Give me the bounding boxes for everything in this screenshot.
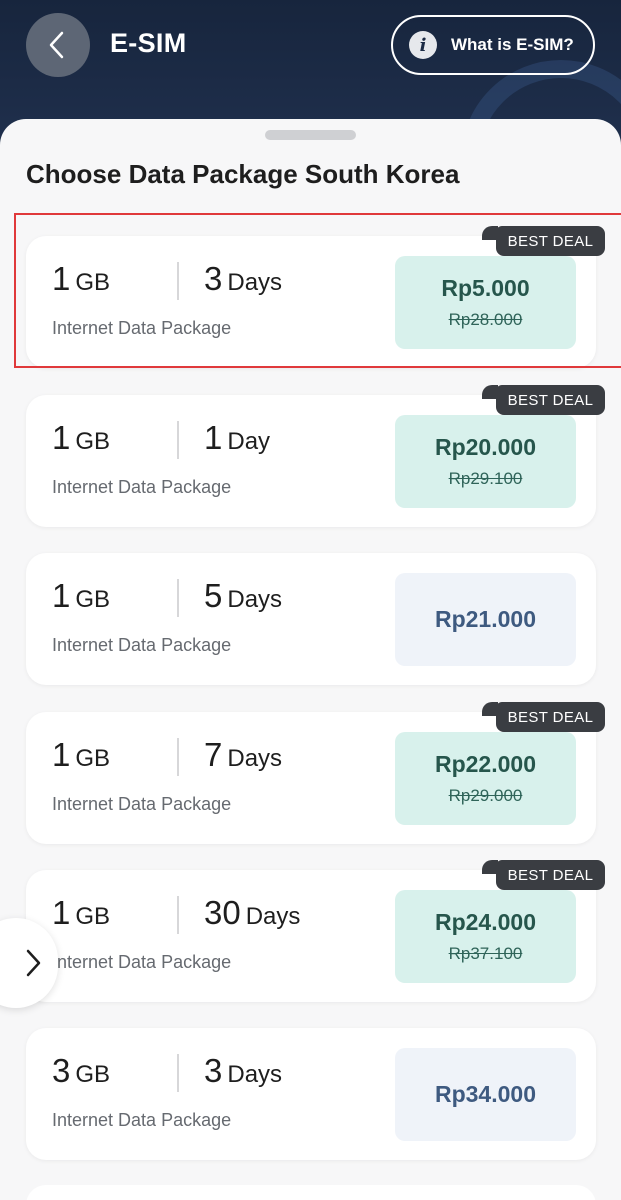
price-box: Rp5.000 Rp28.000 (395, 256, 576, 349)
data-amount: 1 GB (52, 419, 111, 456)
original-price: Rp29.100 (448, 469, 523, 488)
package-description: Internet Data Package (52, 952, 232, 972)
package-card[interactable]: 1 GB 30 Days Internet Data Package Rp24.00… (26, 860, 605, 1002)
package-description: Internet Data Package (52, 1110, 232, 1130)
divider (177, 896, 179, 934)
chevron-right-icon (26, 949, 41, 977)
package-card[interactable]: 3 GB 3 Days Internet Data Package Rp34.000 (26, 1028, 596, 1160)
data-amount: 1 GB (52, 577, 111, 614)
best-deal-badge: BEST DEAL (482, 226, 605, 256)
best-deal-badge: BEST DEAL (482, 702, 605, 732)
duration: 7 Days (204, 736, 283, 773)
price: Rp24.000 (434, 909, 536, 935)
package-card-partial[interactable] (26, 1185, 596, 1200)
what-is-esim-button[interactable]: i What is E-SIM? (391, 15, 595, 75)
price: Rp21.000 (434, 606, 536, 632)
package-description: Internet Data Package (52, 477, 232, 497)
price-box: Rp22.000 Rp29.000 (395, 732, 576, 825)
data-amount: 1 GB (52, 894, 111, 931)
divider (177, 421, 179, 459)
drag-handle[interactable] (265, 130, 356, 140)
price-box: Rp21.000 (395, 573, 576, 666)
price: Rp22.000 (434, 751, 536, 777)
info-icon: i (409, 31, 437, 59)
package-card[interactable]: 1 GB 3 Days Internet Data Package Rp5.000 … (26, 226, 605, 368)
original-price: Rp29.000 (448, 786, 523, 805)
data-amount: 1 GB (52, 736, 111, 773)
duration: 5 Days (204, 577, 283, 614)
duration: 3 Days (204, 1052, 283, 1089)
original-price: Rp37.100 (448, 944, 523, 963)
divider (177, 1054, 179, 1092)
best-deal-badge: BEST DEAL (482, 860, 605, 890)
price: Rp34.000 (434, 1081, 536, 1107)
package-card[interactable]: 1 GB 1 Day Internet Data Package Rp20.000 … (26, 385, 605, 527)
what-is-esim-label: What is E-SIM? (451, 35, 574, 54)
duration: 30 Days (204, 894, 301, 931)
back-button[interactable] (26, 13, 90, 77)
divider (177, 262, 179, 300)
page-title: Choose Data Package South Korea (26, 159, 460, 189)
price: Rp5.000 (441, 275, 530, 301)
page-header-title: E-SIM (110, 28, 187, 58)
package-description: Internet Data Package (52, 794, 232, 814)
price-box: Rp34.000 (395, 1048, 576, 1141)
chevron-left-icon (49, 31, 64, 59)
divider (177, 579, 179, 617)
price-box: Rp24.000 Rp37.100 (395, 890, 576, 983)
duration: 3 Days (204, 260, 283, 297)
package-card[interactable]: 1 GB 5 Days Internet Data Package Rp21.000 (26, 553, 596, 685)
package-description: Internet Data Package (52, 635, 232, 655)
original-price: Rp28.000 (448, 310, 523, 329)
price-box: Rp20.000 Rp29.100 (395, 415, 576, 508)
package-card[interactable]: 1 GB 7 Days Internet Data Package Rp22.000… (26, 702, 605, 844)
data-amount: 3 GB (52, 1052, 111, 1089)
price: Rp20.000 (434, 434, 536, 460)
data-amount: 1 GB (52, 260, 111, 297)
divider (177, 738, 179, 776)
best-deal-badge: BEST DEAL (482, 385, 605, 415)
package-description: Internet Data Package (52, 318, 232, 338)
duration: 1 Day (204, 419, 271, 456)
